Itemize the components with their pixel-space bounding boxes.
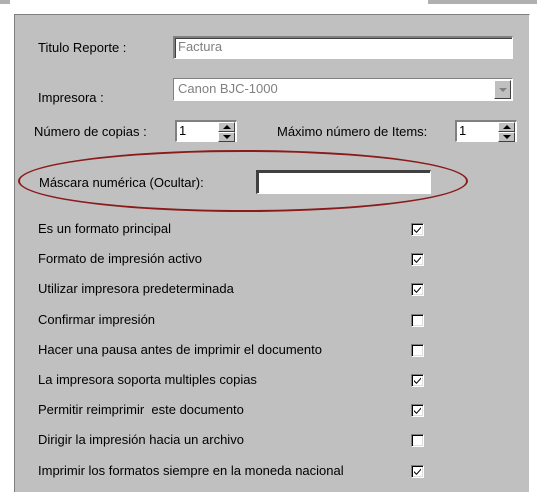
- spin-down-arrow-icon[interactable]: [218, 132, 235, 142]
- top-border-left: [0, 0, 10, 4]
- mascara-numerica-label: Máscara numérica (Ocultar):: [39, 175, 204, 190]
- option-label: Utilizar impresora predeterminada: [38, 281, 234, 296]
- checkmark-icon: [414, 226, 421, 233]
- option-row[interactable]: Confirmar impresión: [38, 311, 155, 329]
- dialog-frame: Titulo Reporte : Factura Impresora : Can…: [0, 0, 537, 492]
- option-label: Es un formato principal: [38, 221, 171, 236]
- max-items-label: Máximo número de Items:: [277, 124, 428, 139]
- option-label: La impresora soporta multiples copias: [38, 372, 257, 387]
- option-checkbox-checked[interactable]: [411, 223, 424, 236]
- option-label: Dirigir la impresión hacia un archivo: [38, 432, 244, 447]
- checkmark-icon: [414, 407, 421, 414]
- mascara-numerica-input[interactable]: [256, 170, 431, 194]
- option-row[interactable]: Hacer una pausa antes de imprimir el doc…: [38, 341, 322, 359]
- option-row[interactable]: Imprimir los formatos siempre en la mone…: [38, 462, 344, 480]
- option-checkbox-checked[interactable]: [411, 283, 424, 296]
- chevron-down-icon[interactable]: [494, 80, 511, 99]
- option-row[interactable]: Utilizar impresora predeterminada: [38, 280, 234, 298]
- option-label: Hacer una pausa antes de imprimir el doc…: [38, 342, 322, 357]
- option-label: Imprimir los formatos siempre en la mone…: [38, 463, 344, 478]
- option-checkbox-checked[interactable]: [411, 253, 424, 266]
- titulo-reporte-label: Titulo Reporte :: [38, 40, 127, 55]
- numero-copias-label: Número de copias :: [34, 124, 147, 139]
- titulo-reporte-input[interactable]: Factura: [173, 36, 513, 59]
- option-checkbox-unchecked[interactable]: [411, 434, 424, 447]
- option-row[interactable]: Dirigir la impresión hacia un archivo: [38, 431, 244, 449]
- checkmark-icon: [414, 377, 421, 384]
- option-checkbox-checked[interactable]: [411, 465, 424, 478]
- option-checkbox-unchecked[interactable]: [411, 344, 424, 357]
- spin-up-arrow-icon[interactable]: [498, 122, 515, 132]
- spin-up-arrow-icon[interactable]: [218, 122, 235, 132]
- option-row[interactable]: La impresora soporta multiples copias: [38, 371, 257, 389]
- max-items-value: 1: [459, 123, 467, 138]
- numero-copias-value: 1: [179, 123, 187, 138]
- impresora-select[interactable]: Canon BJC-1000: [173, 78, 513, 101]
- option-row[interactable]: Es un formato principal: [38, 220, 171, 238]
- option-label: Formato de impresión activo: [38, 251, 203, 266]
- max-items-spin-buttons: [498, 122, 515, 142]
- spin-down-arrow-icon[interactable]: [498, 132, 515, 142]
- option-row[interactable]: Permitir reimprimir este documento: [38, 401, 244, 419]
- option-label: Confirmar impresión: [38, 312, 156, 327]
- impresora-selected-value: Canon BJC-1000: [178, 81, 278, 96]
- option-checkbox-checked[interactable]: [411, 404, 424, 417]
- max-items-spinner[interactable]: 1: [455, 120, 517, 142]
- option-checkbox-checked[interactable]: [411, 374, 424, 387]
- option-row[interactable]: Formato de impresión activo: [38, 250, 202, 268]
- checkmark-icon: [414, 468, 421, 475]
- impresora-label: Impresora :: [38, 90, 104, 105]
- option-checkbox-unchecked[interactable]: [411, 314, 424, 327]
- top-border-right: [428, 0, 537, 4]
- numero-copias-spinner[interactable]: 1: [175, 120, 237, 142]
- checkmark-icon: [414, 286, 421, 293]
- checkmark-icon: [414, 256, 421, 263]
- option-label: Permitir reimprimir este documento: [38, 402, 244, 417]
- numero-copias-spin-buttons: [218, 122, 235, 142]
